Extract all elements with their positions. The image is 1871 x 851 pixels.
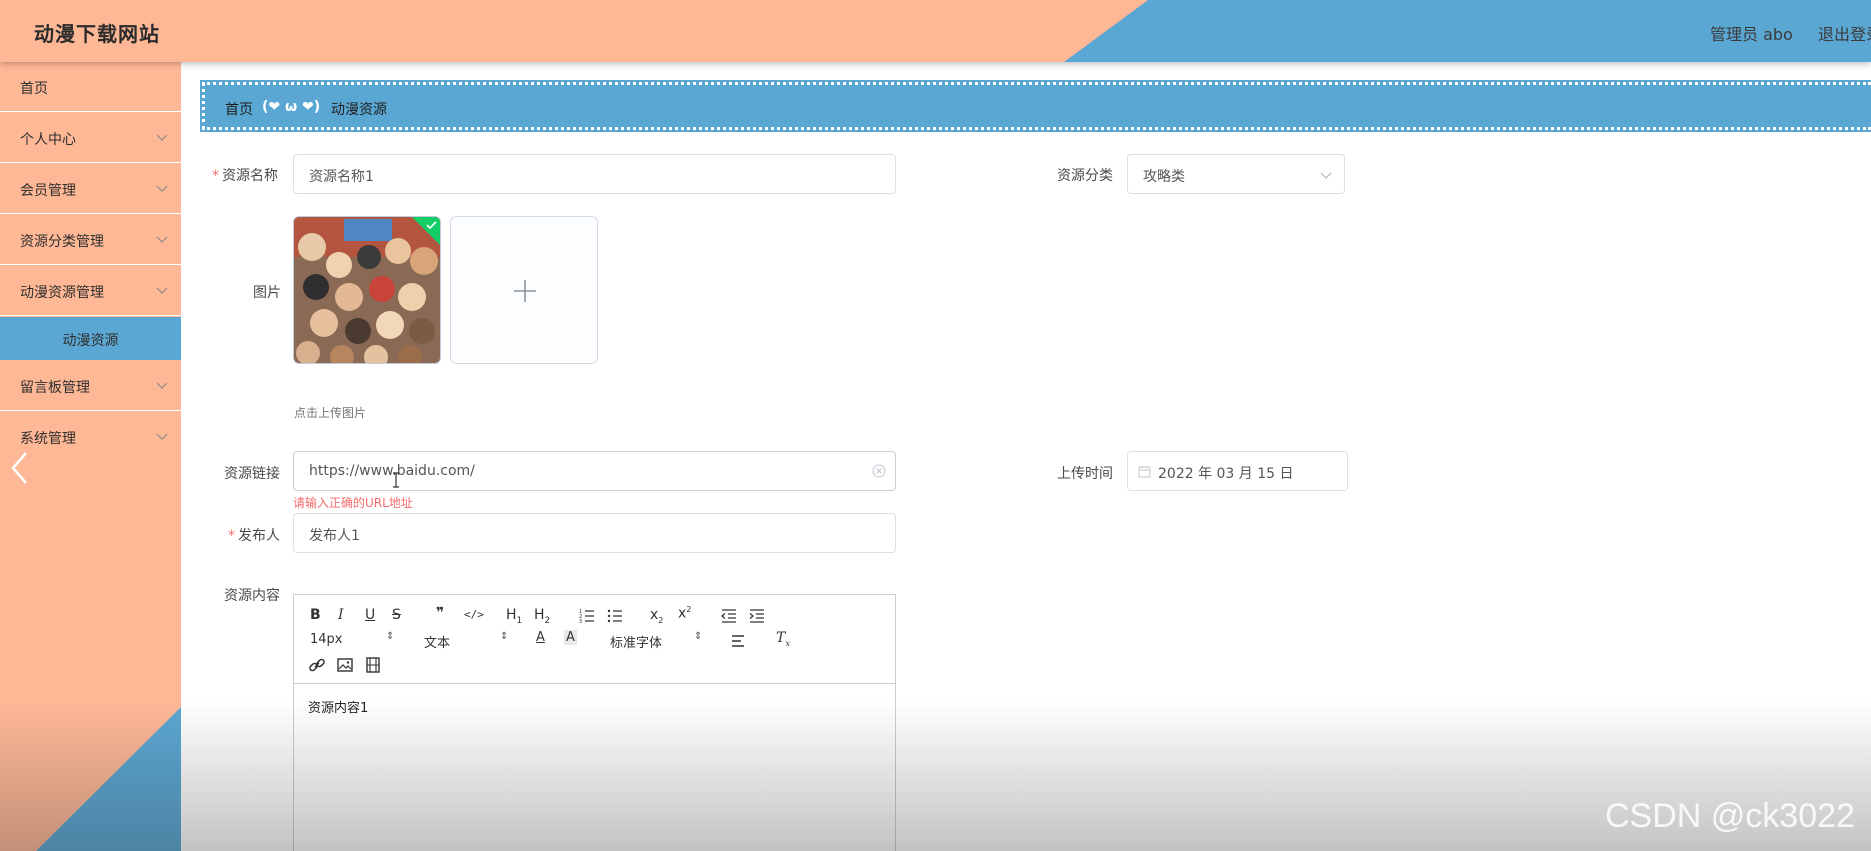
image-upload-button[interactable] [450, 216, 598, 364]
upload-time-value: 2022 年 03 月 15 日 [1158, 466, 1294, 482]
sidebar-item-anime-resource-management[interactable]: 动漫资源管理 [0, 266, 181, 316]
italic-icon[interactable]: I [338, 607, 344, 623]
font-family-select[interactable]: 标准字体 [610, 632, 662, 651]
calendar-icon [1138, 466, 1151, 478]
sidebar-item-label: 动漫资源管理 [20, 285, 104, 301]
rich-text-editor[interactable]: B I U S ❞ </> H1 H2 123 x2 x2 14px ⇕ 文本 … [293, 594, 896, 851]
chevron-down-icon [1320, 172, 1332, 179]
breadcrumb-separator: (❤ ω ❤) [262, 99, 321, 115]
sidebar-item-label: 系统管理 [20, 431, 76, 447]
sidebar-item-personal-center[interactable]: 个人中心 [0, 113, 181, 163]
category-select[interactable]: 攻略类 [1127, 154, 1345, 194]
uploaded-image-thumbnail[interactable] [293, 216, 441, 364]
text-style-select[interactable]: 文本 [424, 632, 450, 651]
category-value: 攻略类 [1143, 169, 1185, 185]
publisher-value: 发布人1 [309, 528, 360, 544]
upload-time-label: 上传时间 [1057, 466, 1113, 482]
publisher-label: * 发布人 [228, 528, 280, 544]
sidebar-item-message-board[interactable]: 留言板管理 [0, 361, 181, 411]
image-icon[interactable] [336, 656, 354, 674]
sidebar-item-label: 资源分类管理 [20, 234, 104, 250]
site-title: 动漫下载网站 [34, 22, 160, 46]
chevron-down-icon [156, 236, 168, 243]
publisher-input[interactable]: 发布人1 [293, 513, 896, 553]
heading-1-icon[interactable]: H1 [506, 607, 522, 626]
sidebar-item-label: 会员管理 [20, 183, 76, 199]
sidebar-item-member-management[interactable]: 会员管理 [0, 164, 181, 214]
upload-hint: 点击上传图片 [294, 406, 367, 420]
editor-content[interactable]: 资源内容1 [308, 697, 368, 716]
strikethrough-icon[interactable]: S [392, 607, 401, 623]
sidebar-item-category-management[interactable]: 资源分类管理 [0, 215, 181, 265]
sidebar-subitem-anime-resource[interactable]: 动漫资源 [0, 317, 181, 360]
sidebar-item-label: 留言板管理 [20, 380, 90, 396]
plus-icon [514, 280, 536, 302]
sidebar-item-home[interactable]: 首页 [0, 62, 181, 112]
top-header: 动漫下载网站 管理员 abo 退出登录 [0, 0, 1871, 62]
collapse-sidebar-icon[interactable] [8, 450, 30, 486]
text-style-select-arrows-icon: ⇕ [500, 631, 509, 642]
admin-user-label: 管理员 abo [1710, 25, 1793, 44]
sidebar-item-label: 动漫资源 [62, 333, 119, 349]
resource-content-label: 资源内容 [224, 588, 280, 604]
upload-time-date-picker[interactable]: 2022 年 03 月 15 日 [1127, 451, 1348, 491]
link-icon[interactable] [308, 656, 326, 674]
link-error-message: 请输入正确的URL地址 [293, 496, 413, 510]
text-cursor-icon [393, 472, 399, 488]
category-label: 资源分类 [1057, 168, 1113, 184]
bold-icon[interactable]: B [310, 607, 321, 623]
upload-success-check-icon [412, 217, 440, 245]
svg-text:3: 3 [579, 619, 582, 625]
indent-icon[interactable] [748, 607, 766, 625]
chevron-down-icon [156, 382, 168, 389]
chevron-up-icon [156, 287, 168, 294]
watermark: CSDN @ck3022 [1605, 797, 1855, 835]
blockquote-icon[interactable]: ❞ [436, 605, 444, 621]
resource-name-input[interactable]: 资源名称1 [293, 154, 896, 194]
bottom-shade-overlay [0, 700, 1871, 851]
align-icon[interactable] [730, 632, 748, 650]
bullet-list-icon[interactable] [606, 607, 624, 625]
breadcrumb-home[interactable]: 首页 [225, 99, 253, 119]
breadcrumb-current: 动漫资源 [331, 102, 387, 118]
subscript-icon[interactable]: x2 [650, 607, 663, 625]
sidebar-item-label: 个人中心 [20, 132, 76, 148]
chevron-down-icon [156, 433, 168, 440]
resource-name-label: * 资源名称 [212, 168, 278, 184]
clear-format-icon[interactable]: Tx [776, 630, 790, 648]
image-label: 图片 [253, 285, 281, 301]
breadcrumb: 首页 (❤ ω ❤) 动漫资源 [202, 82, 1871, 130]
font-family-select-arrows-icon: ⇕ [694, 631, 703, 642]
logout-link[interactable]: 退出登录 [1818, 21, 1871, 45]
sidebar-item-label: 首页 [20, 81, 48, 97]
video-icon[interactable] [364, 656, 382, 674]
font-size-select[interactable]: 14px [310, 632, 343, 647]
resource-link-label: 资源链接 [224, 466, 280, 482]
resource-link-input[interactable]: https://www.baidu.com/ [293, 451, 896, 491]
font-size-select-arrows-icon: ⇕ [386, 631, 395, 642]
editor-toolbar: B I U S ❞ </> H1 H2 123 x2 x2 14px ⇕ 文本 … [294, 595, 895, 684]
chevron-down-icon [156, 185, 168, 192]
ordered-list-icon[interactable]: 123 [578, 607, 596, 625]
header-peach-band [0, 0, 1148, 62]
heading-2-icon[interactable]: H2 [534, 607, 550, 626]
code-block-icon[interactable]: </> [464, 608, 484, 621]
chevron-down-icon [156, 134, 168, 141]
outdent-icon[interactable] [720, 607, 738, 625]
superscript-icon[interactable]: x2 [678, 605, 691, 622]
resource-name-value: 资源名称1 [309, 169, 374, 185]
font-color-icon[interactable]: A [536, 630, 545, 645]
underline-icon[interactable]: U [365, 607, 375, 623]
background-color-icon[interactable]: A [564, 630, 577, 645]
clear-input-icon[interactable] [872, 464, 886, 478]
